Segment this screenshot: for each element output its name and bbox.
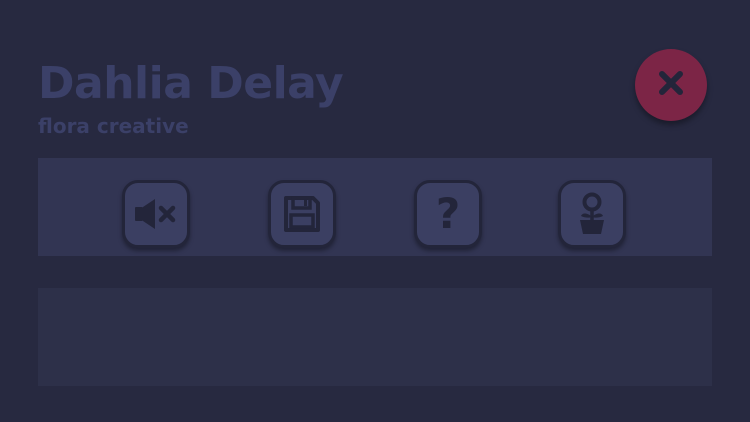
speaker-muted-icon: [133, 197, 179, 231]
page-subtitle: flora creative: [38, 114, 189, 138]
page-title: Dahlia Delay: [38, 58, 344, 109]
mute-button[interactable]: [122, 180, 190, 248]
flower-button[interactable]: [558, 180, 626, 248]
close-icon: [658, 70, 684, 100]
floppy-disk-icon: [282, 194, 322, 234]
potted-flower-icon: [574, 192, 610, 236]
toolbar: ?: [38, 158, 712, 256]
question-mark-icon: ?: [435, 189, 461, 238]
plugin-screen: Dahlia Delay flora creative ?: [0, 0, 750, 422]
help-button[interactable]: ?: [414, 180, 482, 248]
close-button[interactable]: [635, 49, 707, 121]
save-button[interactable]: [268, 180, 336, 248]
content-panel: [38, 288, 712, 386]
